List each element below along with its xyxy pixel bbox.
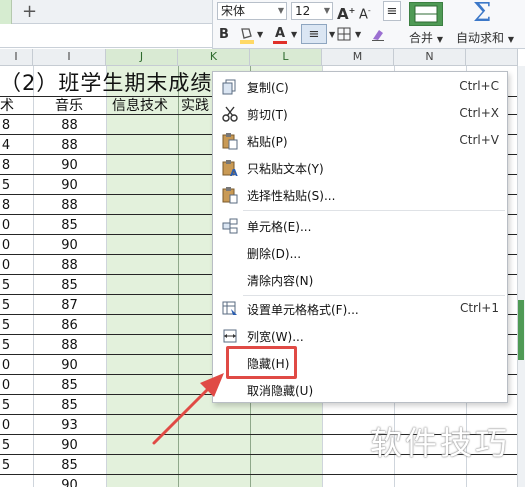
annotation-arrow-icon xyxy=(152,373,224,445)
watermark-text: 软件技巧 xyxy=(370,424,511,462)
